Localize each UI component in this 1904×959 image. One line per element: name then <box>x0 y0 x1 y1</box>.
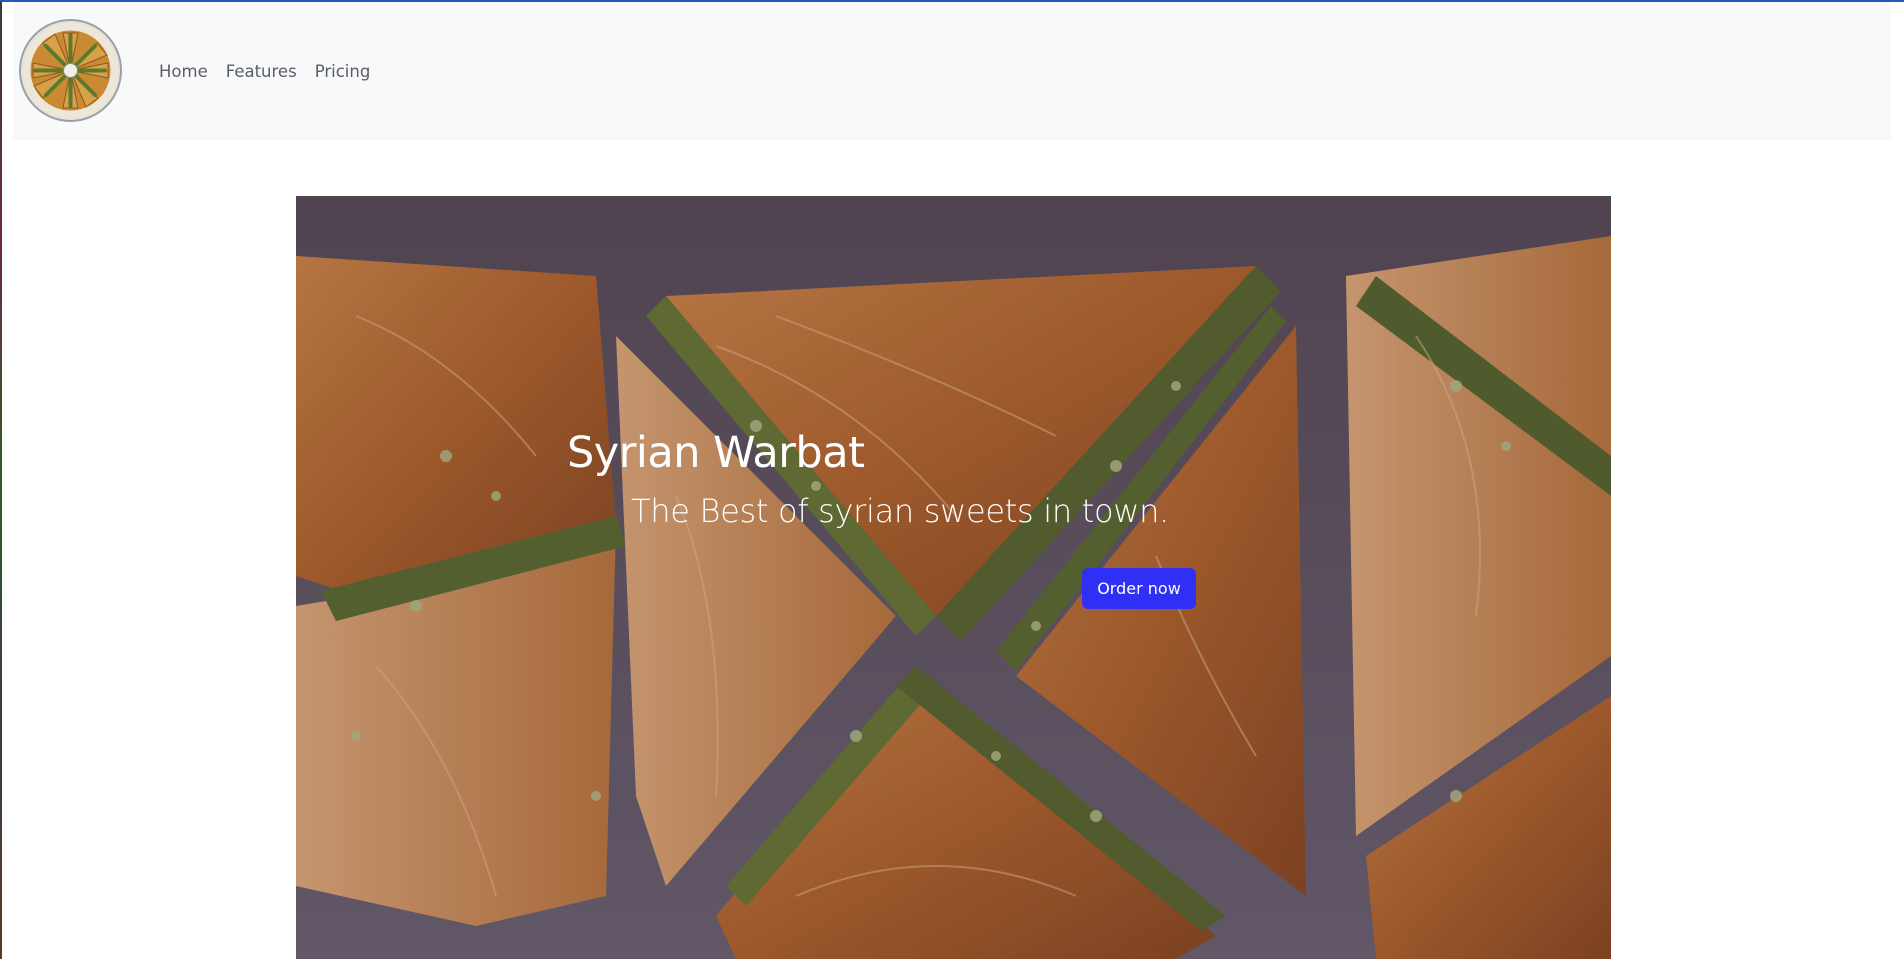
hero-banner: Syrian Warbat The Best of syrian sweets … <box>296 196 1611 959</box>
nav-link-features[interactable]: Features <box>217 60 306 84</box>
brand-logo[interactable] <box>19 19 122 122</box>
pastry-plate-logo-icon <box>23 23 118 118</box>
nav-links: Home Features Pricing <box>150 60 379 84</box>
window-left-edge <box>0 2 2 959</box>
hero-title: Syrian Warbat <box>567 428 865 478</box>
nav-link-pricing[interactable]: Pricing <box>306 60 380 84</box>
nav-link-home[interactable]: Home <box>150 60 217 84</box>
order-now-button[interactable]: Order now <box>1082 568 1196 609</box>
hero-dark-overlay <box>296 196 1611 959</box>
navbar: Home Features Pricing <box>13 2 1891 140</box>
hero-subtitle: The Best of syrian sweets in town. <box>631 492 1169 530</box>
